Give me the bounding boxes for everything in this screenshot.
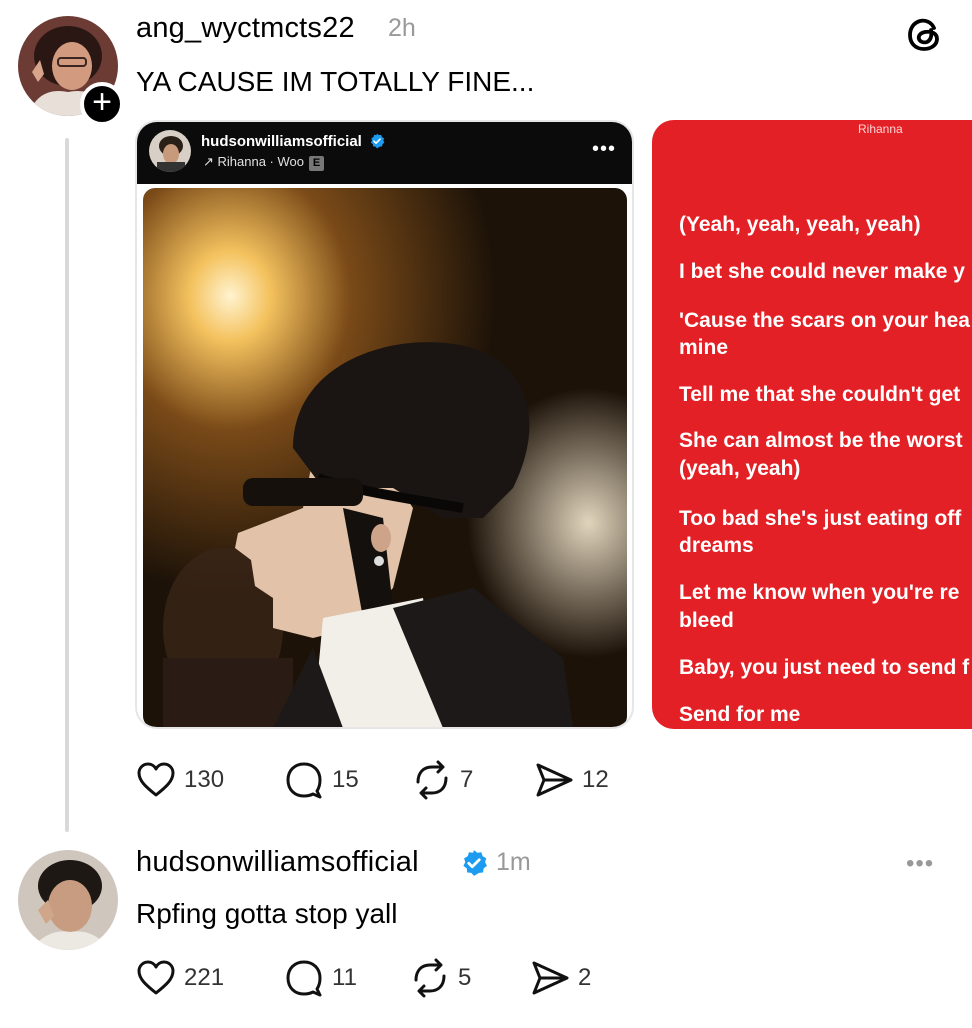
share-count: 12 xyxy=(582,766,609,793)
share-icon xyxy=(532,961,569,995)
explicit-badge: E xyxy=(308,156,324,171)
embedded-username: hudsonwilliamsofficial xyxy=(201,133,385,150)
lyric-line: bleed xyxy=(679,609,734,632)
reply-button[interactable]: 15 xyxy=(284,760,359,800)
lyric-line: 'Cause the scars on your hea xyxy=(679,309,970,332)
lyrics-artist: Rihanna xyxy=(858,122,903,136)
repost-count: 7 xyxy=(460,766,474,793)
embedded-post-header: hudsonwilliamsofficial ↗ Rihanna · Woo E … xyxy=(137,122,632,184)
lyric-line: Send for me xyxy=(679,703,801,726)
heart-icon xyxy=(137,762,175,797)
comment-icon xyxy=(286,960,322,997)
embedded-photo[interactable] xyxy=(143,188,627,727)
post-username[interactable]: ang_wyctmcts22 xyxy=(136,12,355,45)
embedded-music-info: ↗ Rihanna · Woo E xyxy=(203,154,324,171)
share-button[interactable]: 12 xyxy=(534,760,609,800)
repost-button[interactable]: 7 xyxy=(412,760,473,800)
verified-icon xyxy=(463,850,487,876)
embedded-post-card[interactable]: hudsonwilliamsofficial ↗ Rihanna · Woo E … xyxy=(135,120,634,729)
lyric-line: Tell me that she couldn't get xyxy=(679,383,961,406)
verified-icon xyxy=(370,133,385,149)
lyric-line: mine xyxy=(679,336,729,359)
repost-count: 5 xyxy=(458,964,472,991)
lyric-line: dreams xyxy=(679,534,754,557)
embedded-avatar xyxy=(149,130,191,172)
like-count: 221 xyxy=(184,964,225,991)
more-options-icon[interactable]: ••• xyxy=(592,138,616,161)
repost-icon xyxy=(416,760,448,800)
post-text: Rpfing gotta stop yall xyxy=(136,898,398,929)
comment-icon xyxy=(286,762,322,799)
heart-icon xyxy=(137,960,175,995)
like-button[interactable]: 130 xyxy=(136,760,224,800)
lyric-line: Baby, you just need to send f xyxy=(679,656,970,679)
lyrics-card[interactable]: Rihanna (Yeah, yeah, yeah, yeah) I bet s… xyxy=(652,120,972,729)
post-username[interactable]: hudsonwilliamsofficial xyxy=(136,846,419,879)
lyric-line: She can almost be the worst xyxy=(679,429,963,452)
reply-count: 11 xyxy=(332,964,357,991)
share-icon xyxy=(536,763,573,797)
repost-icon xyxy=(414,958,446,998)
post-text: YA CAUSE IM TOTALLY FINE... xyxy=(136,66,535,97)
post-time: 1m xyxy=(496,848,531,876)
follow-button[interactable]: + xyxy=(80,82,124,126)
lyric-line: I bet she could never make y xyxy=(679,260,965,283)
reply-button[interactable]: 11 xyxy=(284,958,357,998)
like-count: 130 xyxy=(184,766,225,793)
more-options-icon[interactable]: ••• xyxy=(906,850,934,878)
like-button[interactable]: 221 xyxy=(136,958,224,998)
thread-line xyxy=(65,138,69,832)
share-button[interactable]: 2 xyxy=(530,958,591,998)
repost-button[interactable]: 5 xyxy=(410,958,471,998)
threads-logo-icon[interactable] xyxy=(902,12,946,56)
avatar[interactable] xyxy=(18,850,118,950)
lyric-line: (yeah, yeah) xyxy=(679,457,801,480)
lyric-line: Too bad she's just eating off xyxy=(679,507,962,530)
lyric-line: (Yeah, yeah, yeah, yeah) xyxy=(679,213,921,236)
reply-count: 15 xyxy=(332,766,359,793)
share-count: 2 xyxy=(578,964,592,991)
post-time: 2h xyxy=(388,14,416,42)
lyric-line: Let me know when you're re xyxy=(679,581,960,604)
